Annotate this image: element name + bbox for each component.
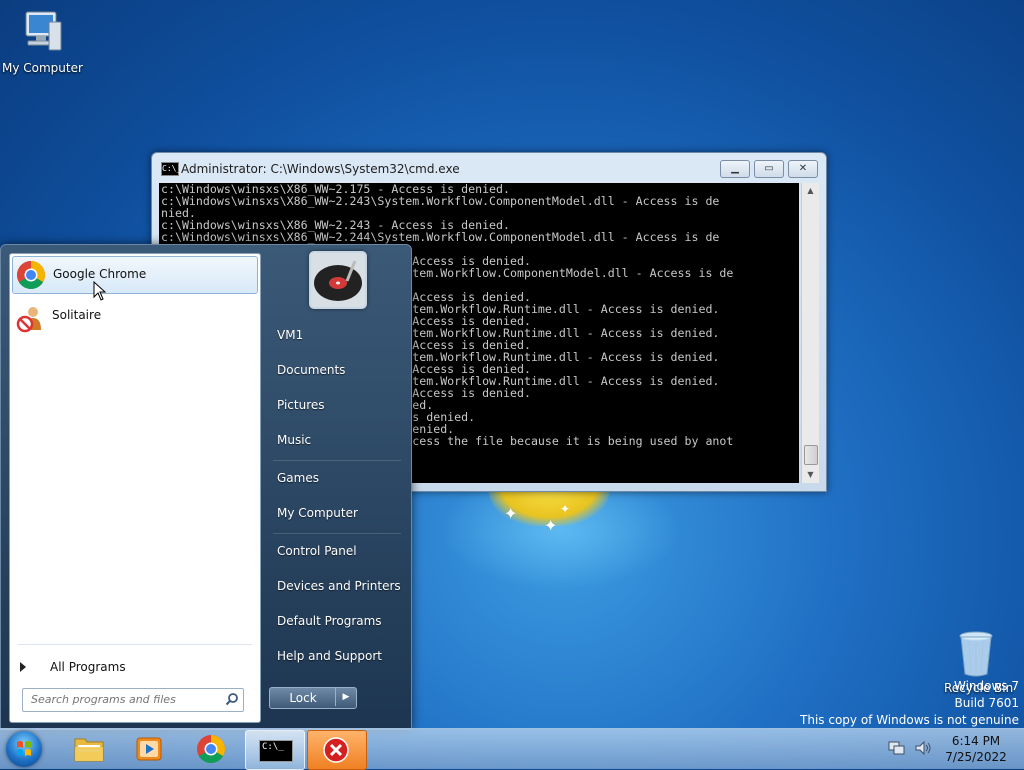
search-input[interactable] xyxy=(23,689,221,709)
folder-icon xyxy=(74,738,104,762)
sparkle-icon: ✦ xyxy=(504,504,518,523)
start-link-documents[interactable]: Documents xyxy=(277,363,345,377)
start-button[interactable] xyxy=(6,731,42,767)
watermark-line: This copy of Windows is not genuine xyxy=(800,713,1019,727)
window-title: Administrator: C:\Windows\System32\cmd.e… xyxy=(181,162,460,176)
taskbar-clock[interactable]: 6:14 PM 7/25/2022 xyxy=(936,733,1016,765)
console-line: c:\Windows\winsxs\X86_WW~2.243\System.Wo… xyxy=(161,194,720,208)
all-programs-label: All Programs xyxy=(50,660,126,674)
volume-icon[interactable] xyxy=(914,740,932,756)
start-link-pictures[interactable]: Pictures xyxy=(277,398,325,412)
chrome-icon xyxy=(17,261,45,289)
user-picture[interactable] xyxy=(309,251,367,309)
taskbar-media-player-button[interactable] xyxy=(120,730,178,768)
triangle-right-icon xyxy=(20,662,26,672)
console-line: c:\Windows\winsxs\X86_WW~2.244\System.Wo… xyxy=(161,230,720,244)
shutdown-options-button[interactable]: ▶ xyxy=(335,688,356,706)
divider xyxy=(273,460,401,461)
windows-logo-icon xyxy=(17,741,31,756)
turntable-icon xyxy=(311,253,365,307)
clock-time: 6:14 PM xyxy=(951,734,1001,748)
start-item-label: Google Chrome xyxy=(53,267,147,281)
start-menu: Google Chrome Solitaire All Programs Sea… xyxy=(0,244,412,730)
start-item-solitaire[interactable]: Solitaire xyxy=(12,298,256,334)
watermark-line: Windows 7 xyxy=(953,679,1019,693)
watermark-line: Build 7601 xyxy=(954,696,1019,710)
solitaire-icon xyxy=(16,307,41,333)
start-menu-programs-pane: Google Chrome Solitaire All Programs xyxy=(9,253,261,723)
start-link-my-computer[interactable]: My Computer xyxy=(277,506,358,520)
network-icon[interactable] xyxy=(888,740,906,756)
lock-button-label: Lock xyxy=(289,691,317,705)
close-button[interactable]: ✕ xyxy=(788,160,818,178)
start-item-google-chrome[interactable]: Google Chrome xyxy=(12,256,258,301)
scroll-down-icon[interactable]: ▼ xyxy=(802,467,819,483)
divider xyxy=(273,533,401,534)
search-box[interactable] xyxy=(22,688,244,712)
recycle-bin-icon xyxy=(959,631,993,677)
start-item-label: Solitaire xyxy=(52,308,102,322)
media-player-icon xyxy=(136,737,162,761)
maximize-button[interactable]: ▭ xyxy=(754,160,784,178)
sparkle-icon: ✦ xyxy=(544,516,558,535)
desktop-icon-label: My Computer xyxy=(2,61,83,75)
search-icon[interactable] xyxy=(225,692,239,706)
vertical-scrollbar[interactable]: ▲ ▼ xyxy=(801,183,819,483)
taskbar-cmd-button[interactable]: C:\_ xyxy=(245,730,305,770)
start-link-default-programs[interactable]: Default Programs xyxy=(277,614,382,628)
taskbar-chrome-button[interactable] xyxy=(182,730,240,768)
start-menu-links-pane: VM1 Documents Pictures Music Games My Co… xyxy=(261,245,411,729)
taskbar-explorer-button[interactable] xyxy=(60,730,118,768)
sparkle-icon: ✦ xyxy=(560,502,571,516)
triangle-right-icon: ▶ xyxy=(342,692,350,702)
start-link-music[interactable]: Music xyxy=(277,433,311,447)
chrome-icon xyxy=(197,735,225,763)
start-link-vm1[interactable]: VM1 xyxy=(277,328,303,342)
divider xyxy=(18,644,252,645)
error-icon xyxy=(323,737,349,763)
desktop-icon-my-computer[interactable]: My Computer xyxy=(2,8,83,75)
taskbar-error-button[interactable] xyxy=(307,730,367,770)
cmd-icon: C:\_ xyxy=(259,740,293,762)
scrollbar-thumb[interactable] xyxy=(804,445,818,465)
start-link-devices-and-printers[interactable]: Devices and Printers xyxy=(277,579,401,593)
start-link-help-and-support[interactable]: Help and Support xyxy=(277,649,382,663)
cmd-icon: C:\_ xyxy=(161,162,181,176)
computer-icon xyxy=(25,11,62,51)
window-titlebar[interactable]: C:\_ Administrator: C:\Windows\System32\… xyxy=(152,153,826,183)
taskbar: C:\_ xyxy=(0,728,1024,770)
start-link-control-panel[interactable]: Control Panel xyxy=(277,544,357,558)
minimize-button[interactable]: ▁ xyxy=(720,160,750,178)
clock-date: 7/25/2022 xyxy=(945,750,1007,764)
start-link-games[interactable]: Games xyxy=(277,471,319,485)
scroll-up-icon[interactable]: ▲ xyxy=(802,183,819,199)
